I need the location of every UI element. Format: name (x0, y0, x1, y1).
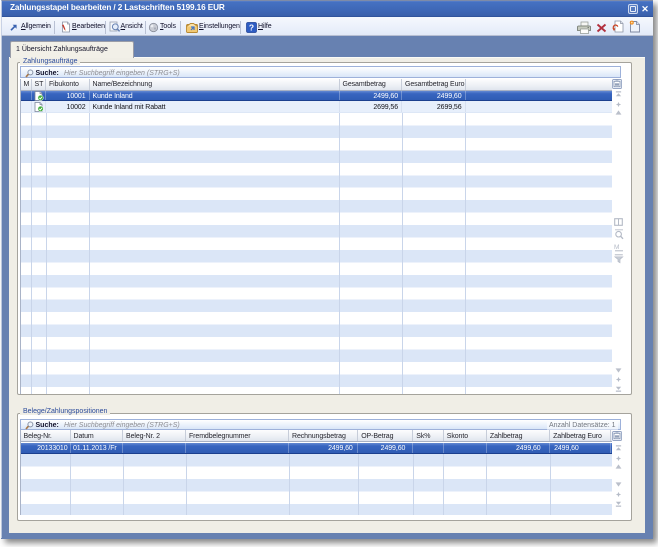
svg-text:?: ? (249, 22, 254, 32)
svg-text:M: M (614, 244, 619, 251)
